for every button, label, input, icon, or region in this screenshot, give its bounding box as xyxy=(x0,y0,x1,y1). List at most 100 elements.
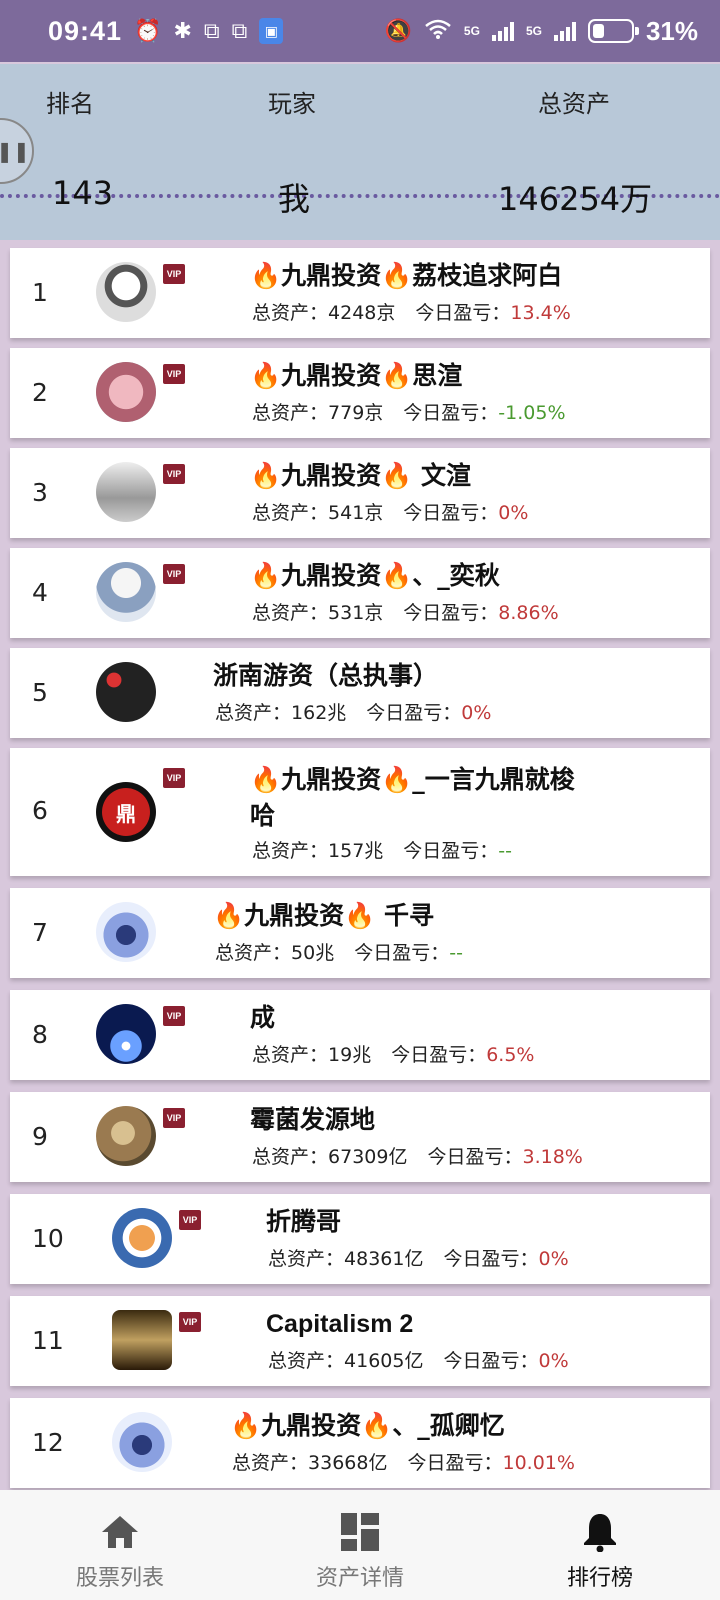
app-notification-icon: ▣ xyxy=(259,18,284,44)
leaderboard-row[interactable]: 10 VIP 折腾哥 总资产：48361亿 今日盈亏：0% xyxy=(10,1194,710,1284)
header-rank: 排名 xyxy=(46,90,94,118)
row-stats: 总资产：779京 今日盈亏：-1.05% xyxy=(252,398,566,425)
row-stats: 总资产：33668亿 今日盈亏：10.01% xyxy=(232,1448,575,1475)
avatar[interactable] xyxy=(112,1310,172,1370)
pnl-label: 今日盈亏： xyxy=(443,1248,539,1270)
player-name: 🔥九鼎投资🔥、_孤卿忆 xyxy=(230,1411,505,1440)
column-headers: 排名 玩家 总资产 xyxy=(0,64,720,134)
assets-label: 总资产： xyxy=(252,1044,329,1066)
my-assets: 146254万 xyxy=(498,180,653,218)
pnl-value: 13.4% xyxy=(510,302,571,324)
row-stats: 总资产：19兆 今日盈亏：6.5% xyxy=(252,1040,535,1067)
avatar[interactable] xyxy=(112,1412,172,1472)
assets-value: 33668亿 xyxy=(308,1452,388,1474)
assets-label: 总资产： xyxy=(232,1452,309,1474)
row-stats: 总资产：162兆 今日盈亏：0% xyxy=(215,698,491,725)
assets-label: 总资产： xyxy=(268,1248,345,1270)
pnl-label: 今日盈亏： xyxy=(427,1146,523,1168)
pnl-value: 3.18% xyxy=(522,1146,583,1168)
nav-label: 资产详情 xyxy=(315,1566,404,1591)
leaderboard-row[interactable]: 9 VIP 霉菌发源地 总资产：67309亿 今日盈亏：3.18% xyxy=(10,1092,710,1182)
vip-badge: VIP xyxy=(179,1210,201,1230)
bluetooth-icon: ✱ xyxy=(173,18,192,43)
network-type-1: 5G xyxy=(463,24,480,38)
avatar[interactable] xyxy=(96,1106,156,1166)
assets-label: 总资产： xyxy=(252,1146,329,1168)
pnl-label: 今日盈亏： xyxy=(403,840,499,862)
leaderboard-row[interactable]: 12 🔥九鼎投资🔥、_孤卿忆 总资产：33668亿 今日盈亏：10.01% xyxy=(10,1398,710,1488)
avatar[interactable] xyxy=(112,1208,172,1268)
signal-icon xyxy=(491,21,514,41)
assets-label: 总资产： xyxy=(252,402,329,424)
vip-badge: VIP xyxy=(163,768,185,788)
leaderboard-row[interactable]: 1 VIP 🔥九鼎投资🔥荔枝追求阿白 总资产：4248京 今日盈亏：13.4% xyxy=(10,248,710,338)
assets-value: 41605亿 xyxy=(344,1350,424,1372)
avatar[interactable] xyxy=(96,902,156,962)
my-name: 我 xyxy=(278,180,311,218)
avatar[interactable] xyxy=(96,562,156,622)
row-stats: 总资产：531京 今日盈亏：8.86% xyxy=(252,598,559,625)
leaderboard-row[interactable]: 8 VIP 成 总资产：19兆 今日盈亏：6.5% xyxy=(10,990,710,1080)
row-rank: 1 xyxy=(32,278,48,307)
nav-leaderboard[interactable]: 排行榜 xyxy=(480,1490,720,1600)
header-assets: 总资产 xyxy=(538,90,610,118)
player-name: 🔥九鼎投资🔥 千寻 xyxy=(213,901,434,930)
assets-value: 4248京 xyxy=(328,302,396,324)
leaderboard-row[interactable]: 6 鼎 VIP 🔥九鼎投资🔥_一言九鼎就梭 哈 总资产：157兆 今日盈亏：-- xyxy=(10,748,710,876)
row-stats: 总资产：50兆 今日盈亏：-- xyxy=(215,938,463,965)
assets-value: 157兆 xyxy=(328,840,384,862)
row-rank: 11 xyxy=(32,1326,64,1355)
vip-badge: VIP xyxy=(163,364,185,384)
avatar[interactable] xyxy=(96,1004,156,1064)
bottom-navigation: 股票列表 资产详情 排行榜 xyxy=(0,1490,720,1600)
pnl-value: 0% xyxy=(498,502,529,524)
pnl-value: 6.5% xyxy=(486,1044,535,1066)
pnl-value: -- xyxy=(449,942,463,964)
pnl-label: 今日盈亏： xyxy=(443,1350,539,1372)
assets-label: 总资产： xyxy=(252,602,329,624)
pnl-label: 今日盈亏： xyxy=(403,502,499,524)
pnl-value: 10.01% xyxy=(502,1452,575,1474)
player-name: 成 xyxy=(250,1003,276,1032)
alarm-icon: ⏰ xyxy=(134,18,162,43)
pnl-value: -1.05% xyxy=(498,402,566,424)
pnl-value: 0% xyxy=(538,1350,569,1372)
assets-value: 162兆 xyxy=(291,702,347,724)
link2-icon: ⧉ xyxy=(231,18,248,43)
leaderboard-row[interactable]: 3 VIP 🔥九鼎投资🔥 文渲 总资产：541京 今日盈亏：0% xyxy=(10,448,710,538)
nav-stock-list[interactable]: 股票列表 xyxy=(0,1490,240,1600)
row-stats: 总资产：41605亿 今日盈亏：0% xyxy=(268,1346,569,1373)
nav-asset-details[interactable]: 资产详情 xyxy=(240,1490,480,1600)
vip-badge: VIP xyxy=(163,1006,185,1026)
battery-icon xyxy=(587,19,639,43)
assets-label: 总资产： xyxy=(268,1350,345,1372)
assets-value: 19兆 xyxy=(328,1044,372,1066)
leaderboard-row[interactable]: 4 VIP 🔥九鼎投资🔥、_奕秋 总资产：531京 今日盈亏：8.86% xyxy=(10,548,710,638)
leaderboard-row[interactable]: 5 浙南游资（总执事） 总资产：162兆 今日盈亏：0% xyxy=(10,648,710,738)
leaderboard-row[interactable]: 7 🔥九鼎投资🔥 千寻 总资产：50兆 今日盈亏：-- xyxy=(10,888,710,978)
my-rank: 143 xyxy=(52,174,114,212)
my-rank-row: 143 我 146254万 xyxy=(0,154,720,234)
avatar[interactable] xyxy=(96,262,156,322)
battery-percent: 31% xyxy=(645,15,698,46)
row-stats: 总资产：48361亿 今日盈亏：0% xyxy=(268,1244,569,1271)
pnl-value: 0% xyxy=(538,1248,569,1270)
leaderboard-row[interactable]: 2 VIP 🔥九鼎投资🔥思渲 总资产：779京 今日盈亏：-1.05% xyxy=(10,348,710,438)
leaderboard-row[interactable]: 11 VIP Capitalism 2 总资产：41605亿 今日盈亏：0% xyxy=(10,1296,710,1386)
assets-label: 总资产： xyxy=(252,302,329,324)
avatar[interactable] xyxy=(96,662,156,722)
avatar[interactable] xyxy=(96,462,156,522)
status-bar-left: 09:41 ⏰ ✱ ⧉ ⧉ ▣ xyxy=(48,16,284,47)
avatar[interactable]: 鼎 xyxy=(96,782,156,842)
home-icon xyxy=(100,1512,140,1552)
pnl-value: 8.86% xyxy=(498,602,559,624)
assets-value: 50兆 xyxy=(291,942,335,964)
player-name: 霉菌发源地 xyxy=(250,1105,376,1134)
player-name-line2: 哈 xyxy=(250,801,276,830)
row-rank: 7 xyxy=(32,918,48,947)
row-rank: 12 xyxy=(32,1428,64,1457)
vip-badge: VIP xyxy=(163,1108,185,1128)
avatar[interactable] xyxy=(96,362,156,422)
player-name: 🔥九鼎投资🔥 文渲 xyxy=(250,461,471,490)
player-name: 🔥九鼎投资🔥_一言九鼎就梭 xyxy=(250,765,575,794)
